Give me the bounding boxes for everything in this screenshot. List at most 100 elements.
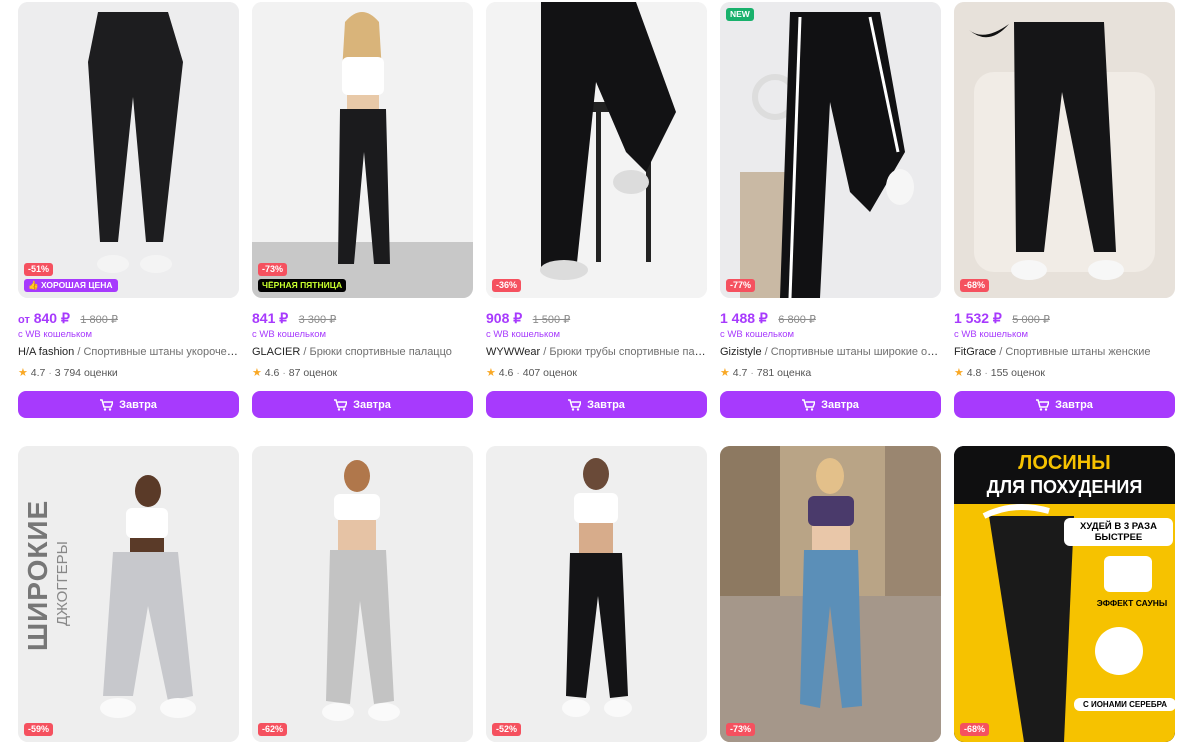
review-count: 407 оценок — [522, 367, 577, 379]
price-line: 1 488 ₽ 6 800 ₽ — [720, 310, 941, 327]
rating-dot: · — [750, 367, 754, 379]
rating-line: ★ 4.6 · 407 оценок — [486, 366, 707, 379]
cart-icon — [100, 398, 114, 411]
discount-badge: -68% — [960, 723, 990, 736]
product-title[interactable]: Gizistyle / Спортивные штаны широкие ове… — [720, 346, 941, 360]
current-price: 1 532 ₽ — [954, 310, 1002, 326]
product-image — [954, 2, 1175, 298]
product-title[interactable]: FitGrace / Спортивные штаны женские — [954, 346, 1175, 360]
rating-line: ★ 4.7 · 781 оценка — [720, 366, 941, 379]
product-photo[interactable]: ЛОСИНЫ ДЛЯ ПОХУДЕНИЯ ХУДЕЙ В 3 РАЗА БЫСТ… — [954, 446, 1175, 742]
product-grid: -51% 👍 ХОРОШАЯ ЦЕНА от 840 ₽ 1 800 ₽ с W… — [0, 0, 1200, 750]
rating-dot: · — [48, 367, 52, 379]
product-name: Спортивные штаны укороченные — [83, 346, 239, 358]
product-card[interactable]: NEW -77% 1 488 ₽ 6 800 ₽ с WB кошельком … — [720, 2, 941, 418]
cart-icon — [568, 398, 582, 411]
rating-dot: · — [516, 367, 520, 379]
review-count: 781 оценка — [756, 367, 812, 379]
discount-badge: -62% — [258, 723, 288, 736]
thumbs-up-icon: 👍 — [28, 280, 41, 290]
price-line: от 840 ₽ 1 800 ₽ — [18, 310, 239, 327]
good-price-label: ХОРОШАЯ ЦЕНА — [40, 280, 113, 290]
product-name: Брюки спортивные палаццо — [309, 346, 452, 358]
rating-line: ★ 4.7 · 3 794 оценки — [18, 366, 239, 379]
product-photo[interactable]: -68% — [954, 2, 1175, 298]
wallet-note: с WB кошельком — [252, 329, 327, 340]
discount-badge: -73% — [258, 263, 288, 276]
product-photo[interactable]: -62% — [252, 446, 473, 742]
rating-line: ★ 4.8 · 155 оценок — [954, 366, 1175, 379]
star-icon: ★ — [252, 367, 262, 379]
product-image — [486, 446, 707, 742]
old-price: 5 000 ₽ — [1012, 314, 1050, 326]
add-to-cart-button[interactable]: Завтра — [18, 391, 239, 418]
old-price: 6 800 ₽ — [778, 314, 816, 326]
product-name: Спортивные штаны женские — [1005, 346, 1151, 358]
rating-value: 4.7 — [732, 367, 748, 379]
product-photo[interactable]: -73% — [720, 446, 941, 742]
add-to-cart-button[interactable]: Завтра — [486, 391, 707, 418]
wallet-note: с WB кошельком — [954, 329, 1029, 340]
product-card[interactable]: -73% ЧЁРНАЯ ПЯТНИЦА 841 ₽ 3 300 ₽ с WB к… — [252, 2, 473, 418]
brand-name: Gizistyle — [720, 346, 762, 358]
price-prefix: от — [18, 314, 30, 326]
old-price: 1 500 ₽ — [532, 314, 571, 326]
product-card[interactable]: -51% 👍 ХОРОШАЯ ЦЕНА от 840 ₽ 1 800 ₽ с W… — [18, 2, 239, 418]
product-card[interactable]: -52% — [486, 446, 707, 742]
brand-name: H/A fashion — [18, 346, 75, 358]
product-title[interactable]: H/A fashion / Спортивные штаны укороченн… — [18, 346, 239, 360]
product-photo[interactable]: -73% ЧЁРНАЯ ПЯТНИЦА — [252, 2, 473, 298]
brand-name: WYWWear — [486, 346, 541, 358]
delivery-label: Завтра — [353, 398, 391, 411]
product-card[interactable]: ШИРОКИЕ ДЖОГГЕРЫ -59% — [18, 446, 239, 742]
add-to-cart-button[interactable]: Завтра — [954, 391, 1175, 418]
discount-badge: -51% — [24, 263, 54, 276]
title-separator: / — [540, 346, 550, 358]
product-image — [486, 2, 707, 298]
delivery-label: Завтра — [1055, 398, 1093, 411]
review-count: 155 оценок — [990, 367, 1045, 379]
cart-icon — [334, 398, 348, 411]
add-to-cart-button[interactable]: Завтра — [252, 391, 473, 418]
product-image — [954, 446, 1175, 742]
delivery-label: Завтра — [821, 398, 859, 411]
wallet-note: с WB кошельком — [486, 329, 561, 340]
product-title[interactable]: GLACIER / Брюки спортивные палаццо — [252, 346, 473, 360]
cart-icon — [802, 398, 816, 411]
product-name: Спортивные штаны широкие оверсайз — [770, 346, 941, 358]
old-price: 3 300 ₽ — [298, 314, 337, 326]
product-title[interactable]: WYWWear / Брюки трубы спортивные палаццо — [486, 346, 707, 360]
product-card[interactable]: ЛОСИНЫ ДЛЯ ПОХУДЕНИЯ ХУДЕЙ В 3 РАЗА БЫСТ… — [954, 446, 1175, 742]
product-photo[interactable]: -52% — [486, 446, 707, 742]
title-separator: / — [761, 346, 771, 358]
price-value: 840 ₽ — [33, 310, 70, 326]
rating-dot: · — [984, 367, 988, 379]
current-price: 1 488 ₽ — [720, 310, 768, 326]
wallet-note: с WB кошельком — [18, 329, 93, 340]
product-photo[interactable]: -51% 👍 ХОРОШАЯ ЦЕНА — [18, 2, 239, 298]
product-image — [252, 2, 473, 298]
product-card[interactable]: -36% 908 ₽ 1 500 ₽ с WB кошельком WYWWea… — [486, 2, 707, 418]
brand-name: FitGrace — [954, 346, 997, 358]
old-price: 1 800 ₽ — [80, 314, 118, 326]
current-price: 841 ₽ — [252, 310, 289, 326]
product-photo[interactable]: -36% — [486, 2, 707, 298]
product-image — [252, 446, 473, 742]
add-to-cart-button[interactable]: Завтра — [720, 391, 941, 418]
product-card[interactable]: -62% — [252, 446, 473, 742]
current-price: от 840 ₽ — [18, 310, 70, 326]
price-line: 908 ₽ 1 500 ₽ — [486, 310, 707, 327]
product-photo[interactable]: NEW -77% — [720, 2, 941, 298]
product-card[interactable]: -73% — [720, 446, 941, 742]
good-price-badge: 👍 ХОРОШАЯ ЦЕНА — [24, 279, 118, 292]
product-image — [18, 446, 239, 742]
product-card[interactable]: -68% 1 532 ₽ 5 000 ₽ с WB кошельком FitG… — [954, 2, 1175, 418]
product-name: Брюки трубы спортивные палаццо — [549, 346, 707, 358]
price-line: 1 532 ₽ 5 000 ₽ — [954, 310, 1175, 327]
delivery-label: Завтра — [119, 398, 157, 411]
discount-badge: -73% — [726, 723, 756, 736]
discount-badge: -36% — [492, 279, 522, 292]
rating-dot: · — [282, 367, 286, 379]
product-photo[interactable]: ШИРОКИЕ ДЖОГГЕРЫ -59% — [18, 446, 239, 742]
delivery-label: Завтра — [587, 398, 625, 411]
